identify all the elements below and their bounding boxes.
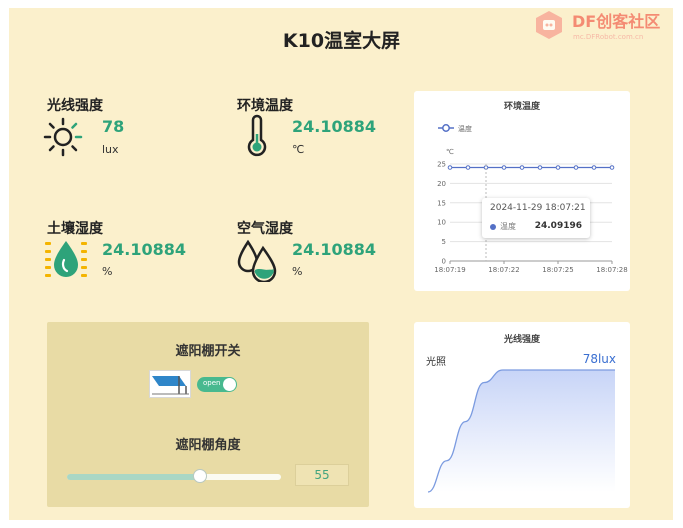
light-chart-card: 光线强度 光照 78lux [414, 322, 630, 508]
chart-legend[interactable]: 温度 [438, 124, 472, 133]
light-label: 光线强度 [47, 98, 103, 114]
slider-handle[interactable] [192, 469, 207, 483]
y-tick-label: 5 [442, 238, 446, 246]
data-point [519, 165, 525, 170]
temperature-line-chart[interactable]: 温度 ℃ 0 5 10 15 20 25 18:07:19 18:07:22 18:07:25 1… [414, 91, 630, 291]
watermark-brand: DF创客社区 [572, 12, 661, 31]
air-unit: % [292, 265, 303, 278]
soil-value: 24.10884 [102, 240, 187, 259]
soil-unit: % [102, 265, 113, 278]
air-value: 24.10884 [292, 240, 377, 259]
data-point [537, 165, 543, 170]
temperature-value: 24.10884 [292, 117, 377, 136]
x-tick-label: 18:07:19 [434, 266, 465, 274]
y-tick-label: 15 [437, 199, 446, 207]
data-point [591, 165, 597, 170]
data-point [447, 165, 453, 170]
sun-icon [43, 117, 83, 157]
data-point [573, 165, 579, 170]
shade-control-panel: 遮阳棚开关 open 遮阳棚角度 55 [47, 322, 369, 507]
y-tick-label: 20 [437, 180, 446, 188]
shade-canopy-icon [149, 370, 191, 398]
x-tick-label: 18:07:25 [542, 266, 573, 274]
toggle-knob [223, 378, 236, 391]
temperature-chart-card: 环境温度 温度 ℃ 0 5 10 15 20 25 18:07:19 18:07:22 18:0… [414, 91, 630, 291]
shade-toggle[interactable]: open [197, 377, 237, 392]
y-unit-label: ℃ [446, 148, 454, 156]
y-tick-label: 25 [437, 161, 446, 169]
light-value: 78 [102, 117, 125, 136]
soil-label: 土壤湿度 [47, 221, 103, 237]
tooltip-value: 24.09196 [534, 221, 582, 231]
angle-value-input[interactable]: 55 [295, 464, 349, 486]
tooltip-series-name: 温度 [500, 222, 516, 231]
toggle-label: open [203, 379, 221, 387]
y-tick-label: 10 [437, 219, 446, 227]
light-area-chart [427, 369, 615, 493]
air-label: 空气湿度 [237, 221, 293, 237]
thermometer-icon [247, 114, 267, 157]
df-logo-icon [536, 11, 562, 39]
y-tick-label: 0 [442, 258, 446, 266]
slider-fill [67, 474, 200, 480]
data-point [465, 165, 471, 170]
tooltip-series-dot [490, 224, 496, 230]
df-watermark: DF创客社区 mc.DFRobot.com.cn [528, 2, 678, 48]
data-point [609, 165, 615, 170]
tooltip-time: 2024-11-29 18:07:21 [490, 203, 586, 213]
temperature-label: 环境温度 [237, 98, 293, 114]
temperature-unit: ℃ [292, 143, 305, 156]
chart-tooltip: 2024-11-29 18:07:21 温度 24.09196 [482, 198, 590, 238]
light-unit: lux [102, 143, 119, 156]
air-drops-icon [237, 239, 277, 282]
data-point [555, 165, 561, 170]
legend-label: 温度 [458, 124, 472, 133]
shade-angle-title: 遮阳棚角度 [175, 438, 241, 453]
x-tick-label: 18:07:22 [488, 266, 519, 274]
shade-switch-title: 遮阳棚开关 [175, 344, 241, 359]
light-area-fill [428, 370, 615, 492]
shade-angle-slider[interactable] [67, 469, 281, 483]
soil-drop-icon [45, 241, 87, 277]
data-point [501, 165, 507, 170]
x-tick-label: 18:07:28 [596, 266, 627, 274]
watermark-url: mc.DFRobot.com.cn [573, 33, 644, 41]
